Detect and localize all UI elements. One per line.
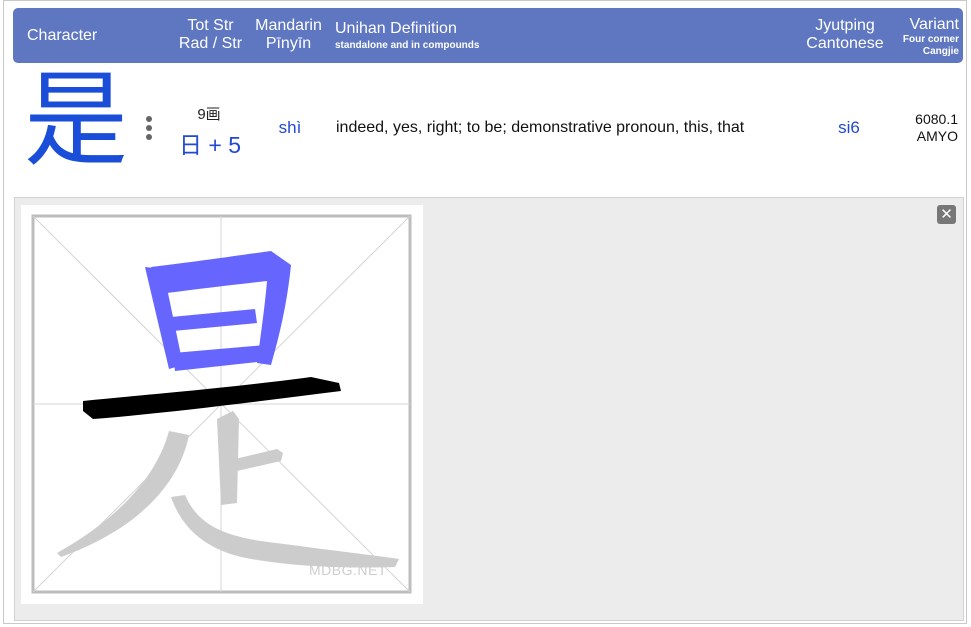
stroke-order-panel: ✕ MDBG.NET <box>14 197 964 621</box>
stroke-done <box>173 345 267 371</box>
header-tot-str: Tot Str <box>187 17 234 34</box>
unihan-definition: indeed, yes, right; to be; demonstrative… <box>336 119 745 136</box>
pending-strokes <box>57 411 399 568</box>
header-cantonese-label: Cantonese <box>806 35 884 53</box>
header-unihan-label: Unihan Definition <box>335 20 457 37</box>
total-strokes: 9画 <box>197 106 221 123</box>
stroke-order-grid <box>31 214 412 594</box>
character-entry-row: 是 9画 日 + 5 shì indeed, yes, right; to be… <box>14 66 964 194</box>
more-options-icon[interactable] <box>143 116 155 146</box>
header-unihan: Unihan Definition standalone and in comp… <box>335 20 479 52</box>
stroke-pending <box>171 495 399 568</box>
stroke-current <box>83 377 341 419</box>
header-rad-str: Rad / Str <box>178 35 243 53</box>
header-stroke-count: Tot Str Rad / Str <box>173 17 248 54</box>
header-four-corner-label: Four corner <box>902 34 959 46</box>
character-glyph[interactable]: 是 <box>24 68 128 172</box>
header-character: Character <box>27 27 98 44</box>
header-cangjie-label: Cangjie <box>922 45 959 57</box>
header-jyutping: Jyutping Cantonese <box>801 17 889 54</box>
pinyin-link[interactable]: shì <box>266 118 314 138</box>
header-variant-label: Variant <box>909 16 959 33</box>
watermark: MDBG.NET <box>309 562 387 578</box>
header-mandarin-label: Mandarin <box>255 17 322 34</box>
stroke-pending <box>235 449 283 471</box>
variant-codes: 6080.1 AMYO <box>896 111 958 145</box>
header-mandarin: Mandarin Pīnyīn <box>251 17 326 54</box>
completed-strokes <box>145 251 291 371</box>
dictionary-entry-box: Character Tot Str Rad / Str Mandarin Pīn… <box>3 0 967 624</box>
cangjie-code: AMYO <box>916 127 958 144</box>
results-header: Character Tot Str Rad / Str Mandarin Pīn… <box>13 8 963 63</box>
stroke-done <box>171 309 257 331</box>
stroke-pending <box>217 411 239 505</box>
header-pinyin-label: Pīnyīn <box>265 35 312 53</box>
jyutping-link[interactable]: si6 <box>824 118 874 138</box>
header-jyutping-label: Jyutping <box>815 17 875 34</box>
header-variant: Variant Four corner Cangjie <box>895 16 959 57</box>
radical-link[interactable]: 日 + 5 <box>164 126 256 160</box>
stroke-order-animation[interactable]: MDBG.NET <box>21 205 423 604</box>
close-icon[interactable]: ✕ <box>937 205 956 224</box>
four-corner-code: 6080.1 <box>915 111 958 127</box>
header-unihan-sub: standalone and in compounds <box>335 40 480 52</box>
stroke-pending <box>57 431 189 557</box>
